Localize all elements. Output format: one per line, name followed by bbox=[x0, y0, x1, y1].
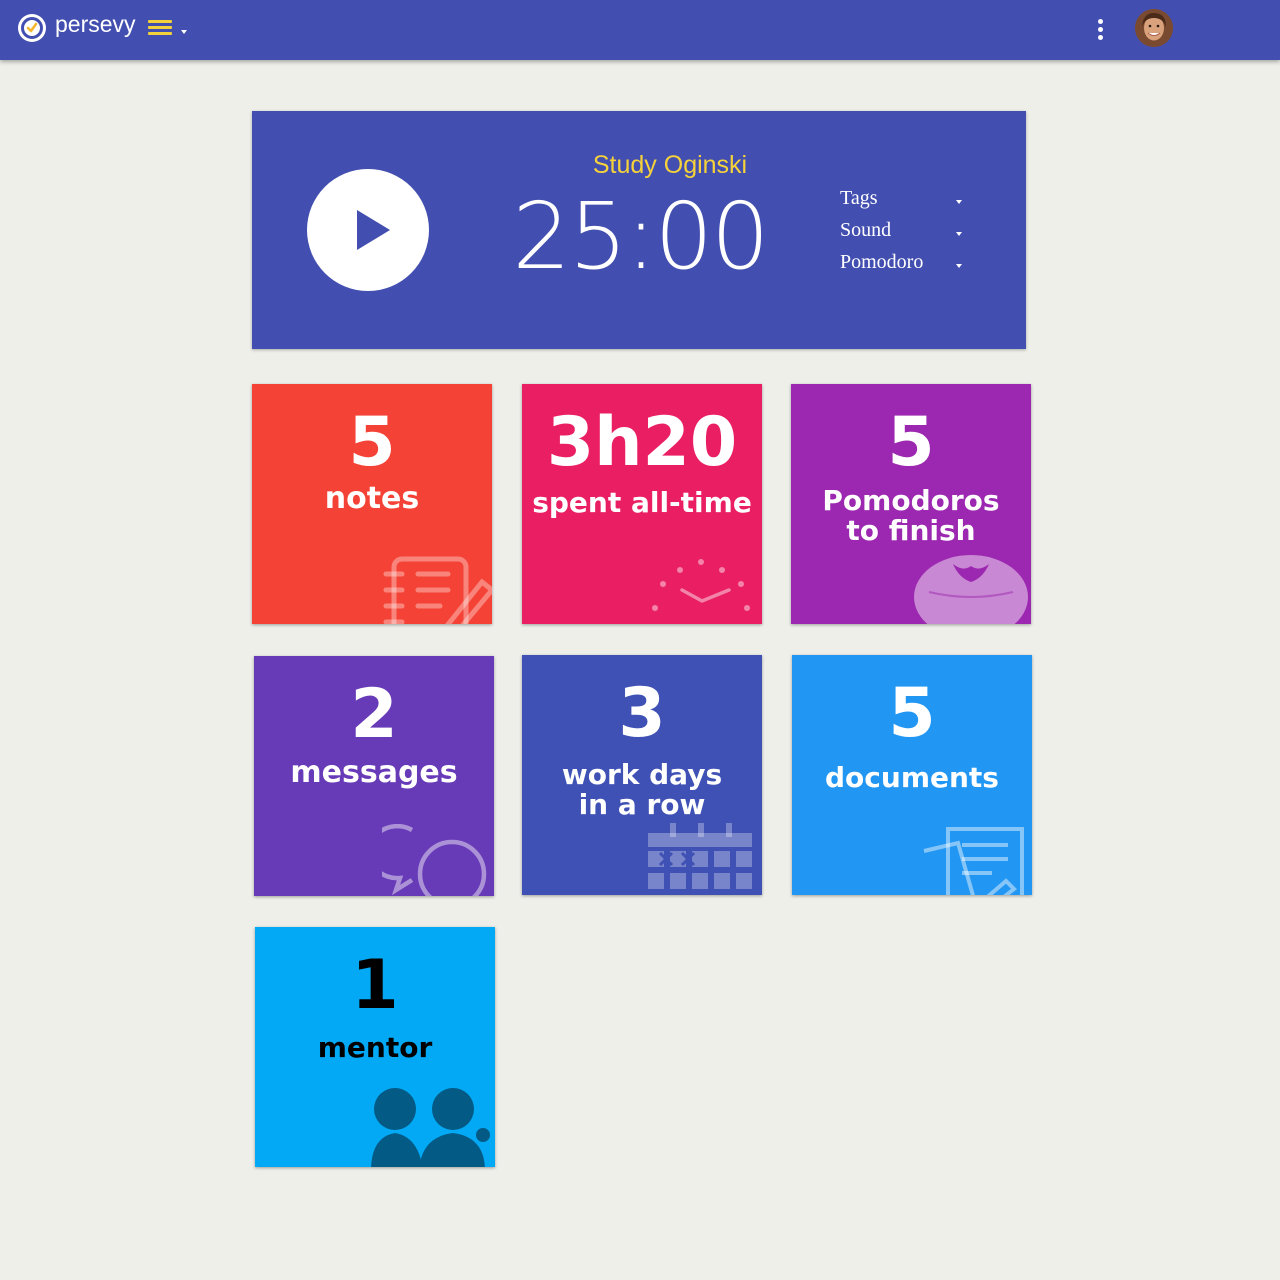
tags-label: Tags bbox=[840, 187, 878, 209]
pomodoro-label: Pomodoro bbox=[840, 251, 924, 273]
sound-label: Sound bbox=[840, 219, 892, 241]
pomodoros-label-line1: Pomodoros bbox=[822, 484, 1000, 517]
pomodoros-to-finish-tile[interactable]: 5 Pomodoros to finish bbox=[791, 384, 1031, 624]
documents-tile[interactable]: 5 documents bbox=[792, 655, 1032, 895]
calendar-icon bbox=[648, 823, 752, 889]
messages-count: 2 bbox=[350, 675, 398, 754]
timer-display: 25:00 bbox=[512, 183, 769, 290]
time-spent-value: 3h20 bbox=[546, 403, 738, 482]
chevron-down-icon bbox=[956, 264, 962, 268]
chat-bubbles-icon bbox=[382, 824, 487, 896]
chevron-down-icon[interactable] bbox=[181, 30, 187, 34]
hamburger-icon[interactable] bbox=[148, 18, 174, 36]
time-spent-tile[interactable]: 3h20 spent all-time bbox=[522, 384, 762, 624]
pomodoros-count: 5 bbox=[887, 403, 935, 482]
pomodoros-label-line2: to finish bbox=[846, 514, 976, 547]
sound-dropdown[interactable]: Sound bbox=[840, 219, 968, 247]
mentor-count: 1 bbox=[351, 946, 399, 1025]
clock-check-icon[interactable] bbox=[18, 14, 46, 42]
user-avatar[interactable] bbox=[1135, 9, 1173, 47]
notes-pencil-icon bbox=[383, 556, 492, 624]
messages-label: messages bbox=[290, 755, 458, 790]
mentor-tile[interactable]: 1 mentor bbox=[255, 927, 495, 1167]
top-app-bar: persevy bbox=[0, 0, 1280, 60]
documents-count: 5 bbox=[888, 674, 936, 753]
work-days-label-line1: work days bbox=[561, 758, 723, 791]
people-icon bbox=[371, 1088, 494, 1167]
mentor-label: mentor bbox=[317, 1031, 433, 1064]
tomato-icon bbox=[914, 555, 1028, 624]
documents-label: documents bbox=[825, 761, 999, 794]
chevron-down-icon bbox=[956, 232, 962, 236]
work-days-label-line2: in a row bbox=[578, 788, 706, 821]
work-days-tile[interactable]: 3 work days in a row bbox=[522, 655, 762, 895]
work-days-count: 3 bbox=[618, 674, 666, 753]
notes-label: notes bbox=[324, 481, 420, 516]
clock-dots-icon bbox=[652, 559, 750, 611]
documents-icon bbox=[923, 827, 1024, 895]
chevron-down-icon bbox=[956, 200, 962, 204]
play-icon bbox=[357, 210, 390, 250]
tags-dropdown[interactable]: Tags bbox=[840, 187, 968, 215]
notes-tile[interactable]: 5 notes bbox=[252, 384, 492, 624]
pomodoro-timer-panel: Study Oginski 25:00 Tags Sound Pomodoro bbox=[252, 111, 1026, 349]
more-vertical-icon[interactable] bbox=[1092, 18, 1110, 42]
time-spent-label: spent all-time bbox=[532, 486, 752, 519]
messages-tile[interactable]: 2 messages bbox=[254, 656, 494, 896]
pomodoro-dropdown[interactable]: Pomodoro bbox=[840, 251, 968, 279]
task-name[interactable]: Study Oginski bbox=[542, 151, 798, 180]
brand-name[interactable]: persevy bbox=[55, 11, 136, 38]
play-button[interactable] bbox=[307, 169, 429, 291]
notes-count: 5 bbox=[348, 403, 396, 482]
